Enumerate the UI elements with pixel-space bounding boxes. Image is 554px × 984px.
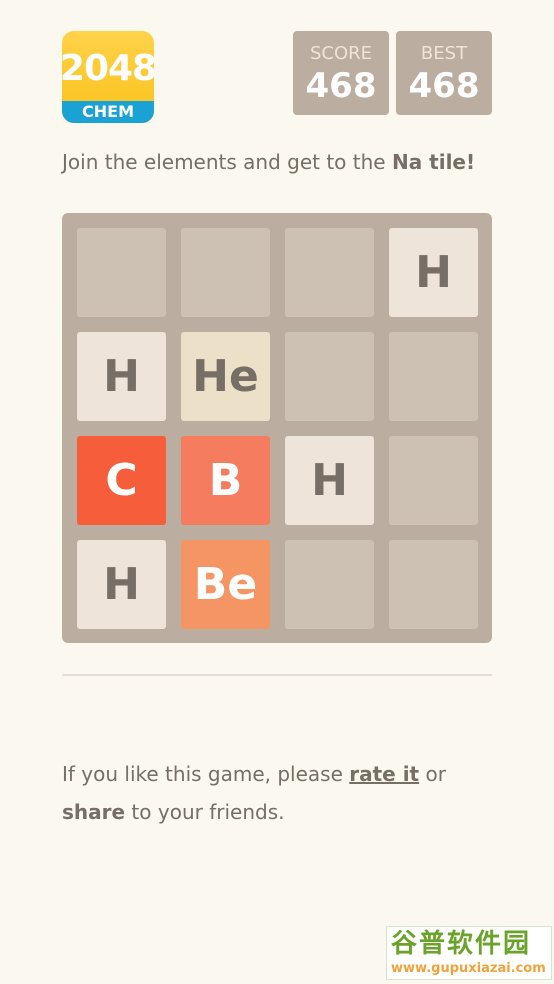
rate-it-link[interactable]: rate it (349, 762, 419, 786)
watermark: 谷普软件园 www.gupuxiazai.com (386, 926, 552, 980)
best-score-box: BEST 468 (396, 31, 492, 115)
footer-line1: If you like this game, please (62, 762, 350, 786)
footer-or: or (419, 762, 446, 786)
footer-line2: to your friends. (125, 800, 285, 824)
empty-cell (285, 540, 374, 629)
share-link[interactable]: share (62, 800, 125, 824)
tile-b: B (181, 436, 270, 525)
empty-cell (285, 228, 374, 317)
score-value: 468 (305, 66, 377, 106)
score-box: SCORE 468 (293, 31, 389, 115)
tile-h: H (77, 332, 166, 421)
watermark-name: 谷普软件园 (391, 929, 532, 959)
empty-cell (77, 228, 166, 317)
logo-subtitle: CHEM (62, 101, 154, 123)
intro-text: Join the elements and get to the (62, 150, 392, 174)
empty-cell (389, 436, 478, 525)
logo-number: 2048 (62, 48, 154, 89)
empty-cell (285, 332, 374, 421)
empty-cell (181, 228, 270, 317)
watermark-url: www.gupuxiazai.com (391, 961, 546, 976)
empty-cell (389, 332, 478, 421)
tile-c: C (77, 436, 166, 525)
tile-h: H (389, 228, 478, 317)
tile-h: H (285, 436, 374, 525)
best-value: 468 (408, 66, 480, 106)
empty-cell (389, 540, 478, 629)
game-intro: Join the elements and get to the Na tile… (62, 150, 502, 174)
tile-h: H (77, 540, 166, 629)
tile-he: He (181, 332, 270, 421)
tile-be: Be (181, 540, 270, 629)
divider (62, 674, 492, 676)
best-label: BEST (420, 43, 468, 64)
game-logo: 2048 CHEM (62, 31, 154, 123)
intro-goal: Na tile! (391, 150, 476, 174)
footer-text: If you like this game, please rate it or… (62, 755, 502, 831)
game-board[interactable]: H H He C B H H Be (62, 213, 492, 643)
score-label: SCORE (309, 43, 373, 64)
